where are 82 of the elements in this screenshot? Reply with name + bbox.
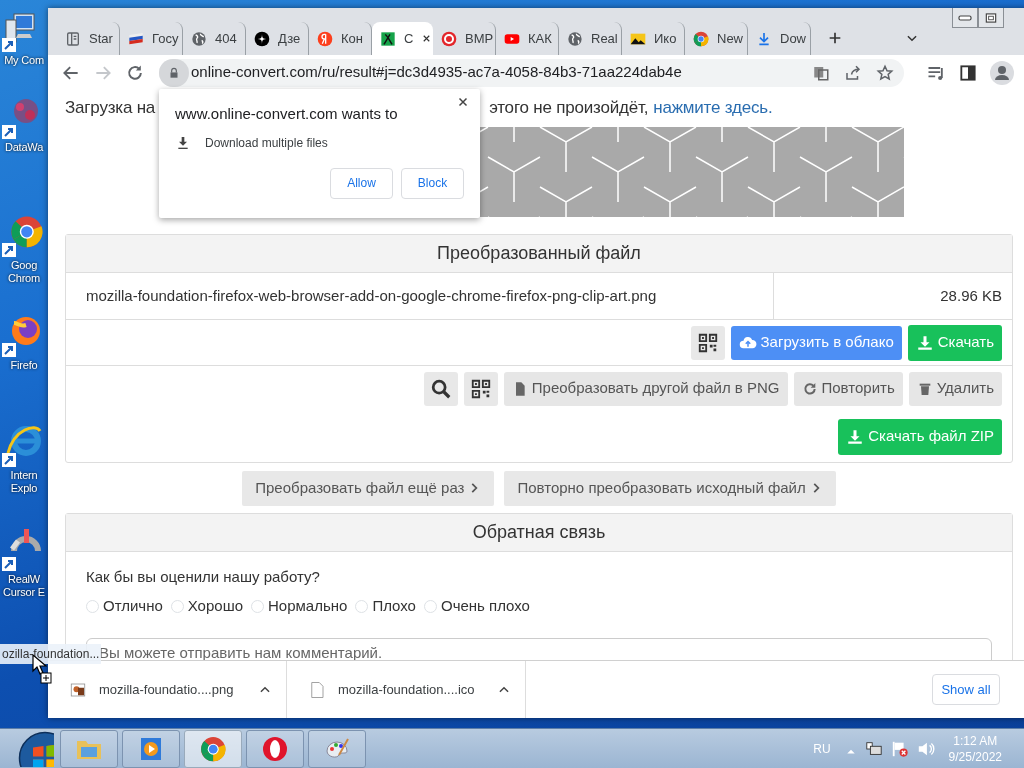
side-panel-icon[interactable] xyxy=(958,62,978,83)
taskbar-button[interactable] xyxy=(308,729,366,768)
popup-button[interactable]: Block xyxy=(401,167,464,199)
icon-label: My Com xyxy=(4,54,44,67)
start-button[interactable] xyxy=(18,730,54,767)
star-icon[interactable] xyxy=(876,63,894,82)
option-label: Очень плохо xyxy=(440,596,530,616)
icon-label: Chrom xyxy=(8,272,40,285)
flag-icon xyxy=(128,30,144,47)
radio-button[interactable] xyxy=(170,599,184,613)
drag-tooltip: ozilla-foundation... xyxy=(0,644,102,664)
icon-label: DataWa xyxy=(4,141,44,154)
notice-text: этого не произойдёт, xyxy=(489,97,649,117)
new-tab-icon[interactable] xyxy=(827,30,843,46)
image-file-icon xyxy=(69,680,87,699)
icon-label: Explo xyxy=(10,482,38,495)
restore-icon xyxy=(984,10,998,25)
share-icon[interactable] xyxy=(844,63,862,82)
minimize-icon xyxy=(958,14,972,21)
delete-button[interactable]: Удалить xyxy=(908,371,1002,406)
search-icon xyxy=(429,377,452,400)
download-icon xyxy=(846,427,865,446)
ring-icon xyxy=(441,30,457,47)
card-title: Обратная связь xyxy=(66,513,1012,552)
taskbar-button[interactable] xyxy=(122,729,180,768)
restore-button[interactable] xyxy=(978,8,1004,28)
popup-button[interactable]: Allow xyxy=(330,167,393,199)
profile-icon[interactable] xyxy=(990,60,1014,85)
question-text: Как бы вы оценили нашу работу? xyxy=(86,566,321,587)
star-icon xyxy=(254,30,270,47)
browser-tab[interactable]: C xyxy=(372,22,433,55)
download-icon xyxy=(175,134,191,151)
icon-label: Firefo xyxy=(10,359,38,372)
address-bar[interactable]: online-convert.com/ru/result#j=dc3d4935-ac7a-4058-84b3-71aa224dab4e xyxy=(159,58,904,87)
figure-icon xyxy=(380,30,396,47)
file-name: mozilla-foundation-firefox-web-browser-add-on-google-chrome-firefox-png-clip-art.png xyxy=(66,273,774,319)
download-item[interactable]: mozilla-foundation....ico xyxy=(287,661,526,718)
icon-label: Cursor E xyxy=(3,586,45,599)
taskbar-button[interactable] xyxy=(184,729,242,768)
file-size: 28.96 KB xyxy=(939,285,1003,306)
icon-label: Goog xyxy=(10,259,38,272)
chrome-icon xyxy=(199,734,227,763)
card-title: Преобразованный файл xyxy=(66,235,1012,273)
minimize-button[interactable] xyxy=(952,8,978,28)
option-label: Отлично xyxy=(103,596,163,616)
taskbar-button[interactable] xyxy=(246,729,304,768)
radio-button[interactable] xyxy=(86,599,99,613)
show-all-button[interactable]: Show all xyxy=(932,674,1000,705)
radio-button[interactable] xyxy=(423,599,437,613)
notice-text: Загрузка на xyxy=(65,97,156,117)
download-link[interactable]: нажмите здесь. xyxy=(653,95,773,117)
search-button[interactable] xyxy=(423,371,458,406)
logo-icon xyxy=(317,30,333,47)
globe-icon xyxy=(567,30,583,47)
radio-button[interactable] xyxy=(251,599,265,613)
file-icon xyxy=(308,680,326,699)
qr-code-button[interactable] xyxy=(463,371,498,406)
redo-icon xyxy=(801,380,818,397)
permission-text: Download multiple files xyxy=(205,134,328,152)
close-icon[interactable] xyxy=(456,95,470,109)
qr-code-icon xyxy=(696,331,719,354)
icon-label: RealW xyxy=(8,573,40,586)
retry-button[interactable]: Повторить xyxy=(793,371,903,406)
option-label: Хорошо xyxy=(187,596,244,616)
chrome-icon xyxy=(693,30,709,47)
book-icon xyxy=(65,30,81,47)
nav-button[interactable]: Преобразовать файл ещё раз xyxy=(242,471,495,506)
popup-title: www.online-convert.com wants to xyxy=(175,104,399,124)
option-label: Нормально xyxy=(268,596,348,616)
download-icon xyxy=(756,30,772,47)
flag-icon[interactable] xyxy=(890,739,909,758)
network-icon[interactable] xyxy=(864,739,883,758)
opera-icon xyxy=(261,734,289,763)
globe-icon xyxy=(191,30,207,47)
icon-label: Intern xyxy=(10,469,38,482)
nav-button[interactable]: Повторно преобразовать исходный файл xyxy=(504,471,836,506)
qr-code-icon xyxy=(469,377,492,400)
option-label: Плохо xyxy=(372,596,416,616)
qr-code-button[interactable] xyxy=(690,325,725,360)
download-icon xyxy=(915,333,934,352)
radio-button[interactable] xyxy=(355,599,369,613)
convert-button[interactable]: Преобразовать другой файл в PNG xyxy=(503,371,788,406)
